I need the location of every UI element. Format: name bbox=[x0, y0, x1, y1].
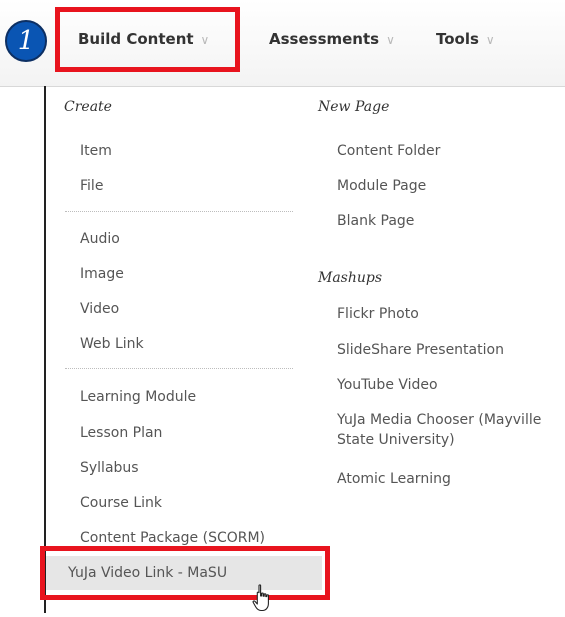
chevron-down-icon: ∨ bbox=[485, 33, 495, 47]
new-page-heading: New Page bbox=[318, 99, 390, 115]
menu-divider bbox=[65, 368, 293, 369]
assessments-menu-button[interactable]: Assessments ∨ bbox=[269, 30, 395, 48]
menu-item-syllabus[interactable]: Syllabus bbox=[80, 459, 139, 477]
menu-divider bbox=[65, 211, 293, 212]
mashups-heading: Mashups bbox=[318, 270, 383, 286]
menu-item-atomic-learning[interactable]: Atomic Learning bbox=[337, 470, 451, 488]
menu-item-learning-module[interactable]: Learning Module bbox=[80, 388, 196, 406]
chevron-down-icon: ∨ bbox=[386, 33, 395, 47]
menu-item-audio[interactable]: Audio bbox=[80, 230, 120, 248]
menu-item-web-link[interactable]: Web Link bbox=[80, 335, 144, 353]
menu-item-flickr-photo[interactable]: Flickr Photo bbox=[337, 305, 419, 323]
assessments-label: Assessments bbox=[269, 30, 380, 48]
menu-item-yuja-media-chooser[interactable]: YuJa Media Chooser (Mayville State Unive… bbox=[337, 410, 565, 450]
menu-item-module-page[interactable]: Module Page bbox=[337, 177, 426, 195]
menu-item-blank-page[interactable]: Blank Page bbox=[337, 212, 414, 230]
menu-item-content-package[interactable]: Content Package (SCORM) bbox=[80, 529, 265, 547]
menu-item-video[interactable]: Video bbox=[80, 300, 119, 318]
tools-menu-button[interactable]: Tools ∨ bbox=[436, 30, 495, 48]
menu-item-content-folder[interactable]: Content Folder bbox=[337, 142, 440, 160]
menu-item-file[interactable]: File bbox=[80, 177, 103, 195]
dropdown-border bbox=[44, 86, 46, 613]
step-number-badge: 1 bbox=[5, 20, 47, 62]
menu-item-image[interactable]: Image bbox=[80, 265, 124, 283]
menu-item-lesson-plan[interactable]: Lesson Plan bbox=[80, 424, 162, 442]
menu-item-youtube-video[interactable]: YouTube Video bbox=[337, 376, 438, 394]
yuja-video-link-highlight-box bbox=[40, 546, 330, 600]
hand-pointer-icon bbox=[252, 584, 276, 617]
menu-item-item[interactable]: Item bbox=[80, 142, 112, 160]
create-heading: Create bbox=[64, 99, 112, 115]
menu-item-slideshare-presentation[interactable]: SlideShare Presentation bbox=[337, 341, 504, 359]
menu-item-course-link[interactable]: Course Link bbox=[80, 494, 162, 512]
tools-label: Tools bbox=[436, 30, 479, 48]
build-content-highlight-box bbox=[55, 7, 240, 72]
